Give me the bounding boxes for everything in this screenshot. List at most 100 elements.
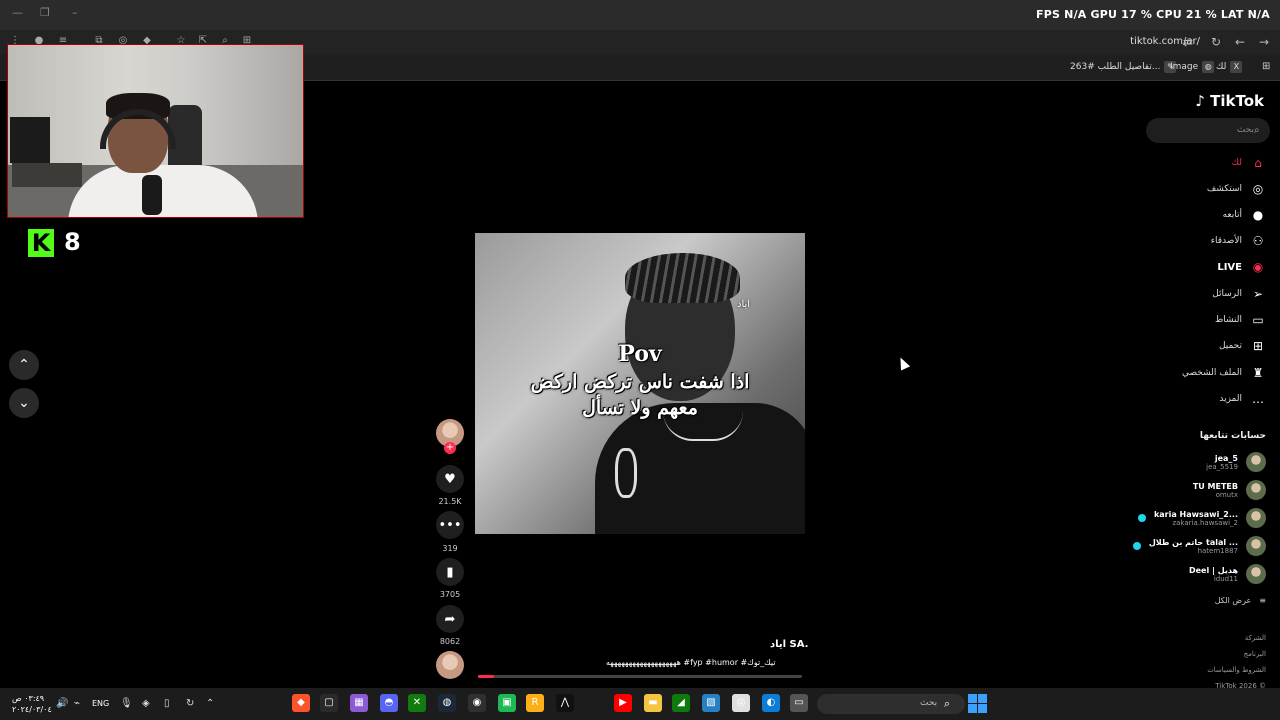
language-indicator[interactable]: ENG <box>92 699 109 708</box>
account-handle: hatem1887 <box>1197 546 1238 555</box>
forward-icon[interactable]: → <box>1256 34 1272 50</box>
sidebar-item-compass[interactable]: استكشف ◎ <box>1207 180 1266 198</box>
account-names: حاتم بن طلال talal ... hatem1887 <box>1149 538 1238 555</box>
tray-app-icon[interactable]: ◈ <box>142 698 150 709</box>
heart-icon: ♥ <box>444 471 456 487</box>
tray-app-icon[interactable]: ▯ <box>164 698 170 709</box>
apps-grid-icon[interactable]: ⊞ <box>1262 61 1270 72</box>
see-all-button[interactable]: عرض الكل ≡ <box>1215 596 1266 605</box>
file-explorer-icon[interactable]: ▬ <box>644 694 662 712</box>
comment-button[interactable]: ••• <box>436 511 464 539</box>
following-account[interactable]: karia Hawsawi_2... zakaria.hawsawi_2 <box>1137 508 1266 528</box>
sidebar-item-label: أتابعه <box>1222 210 1242 220</box>
sidebar-item-label: LIVE <box>1217 261 1242 273</box>
edge-icon[interactable]: ◐ <box>762 694 780 712</box>
tray-app-icon[interactable]: ↻ <box>186 698 194 709</box>
sidebar-item-messages[interactable]: الرسائل ➢ <box>1212 285 1266 303</box>
microphone <box>142 175 162 215</box>
reload-icon[interactable]: ↻ <box>1208 34 1224 50</box>
rockstar-icon[interactable]: R <box>526 694 544 712</box>
volume-icon[interactable]: 🔊 <box>56 698 68 709</box>
close-icon[interactable]: – <box>72 6 78 19</box>
taskbar-search[interactable] <box>817 694 965 714</box>
account-name: Deel | هديل <box>1188 565 1238 575</box>
next-video-button[interactable]: ⌄ <box>9 388 39 418</box>
nvidia-icon[interactable]: ⋀ <box>556 694 574 712</box>
share-count: 8062 <box>439 637 461 646</box>
xbox-app-icon[interactable]: ◢ <box>672 694 690 712</box>
comment-count: 319 <box>442 544 458 553</box>
xbox-icon[interactable]: ✕ <box>408 694 426 712</box>
following-account[interactable]: jea_5 jea_5519 <box>1206 452 1266 472</box>
sidebar-item-label: تحميل <box>1218 341 1242 351</box>
chrome-icon[interactable]: ◎ <box>732 694 750 712</box>
account-names: TU METEB omutx <box>1193 482 1238 499</box>
video-person-hair <box>625 253 740 303</box>
video-progress-bar[interactable] <box>478 675 802 678</box>
youtube-icon[interactable]: ▶ <box>614 694 632 712</box>
account-handle: omutx <box>1215 490 1238 499</box>
back-icon[interactable]: ← <box>1232 34 1248 50</box>
sidebar-item-friends[interactable]: الأصدقاء ⚇ <box>1211 232 1266 250</box>
like-button[interactable]: ♥ <box>436 465 464 493</box>
taskbar-search-icon: ⌕ <box>944 697 951 710</box>
share-button[interactable]: ➦ <box>436 605 464 633</box>
account-avatar <box>1246 536 1266 556</box>
profile-icon: ♜ <box>1252 366 1264 380</box>
sidebar-item-profile[interactable]: الملف الشخصي ♜ <box>1182 364 1266 382</box>
video-player[interactable]: اياد Pov اذا شفت ناس تركض اركض معهم ولا … <box>475 233 805 534</box>
sound-avatar[interactable] <box>436 651 464 679</box>
app-green-icon[interactable]: ▣ <box>498 694 516 712</box>
sidebar-item-live[interactable]: LIVE ◉ <box>1217 258 1266 276</box>
taskbar-clock[interactable]: ٠٣:٤٩ ص ٢٠٢٤/٠٣/٠٤ <box>12 693 52 715</box>
video-author[interactable]: اياد SA. <box>770 639 809 650</box>
follow-plus-icon[interactable]: + <box>444 442 456 454</box>
footer-terms-link[interactable]: الشروط والسياسات <box>1207 666 1266 674</box>
windows-start-icon[interactable] <box>968 694 987 713</box>
mic-tray-icon[interactable]: 🎙 <box>120 698 133 709</box>
xbox-bar-icon[interactable]: ▢ <box>320 694 338 712</box>
previous-video-button[interactable]: ⌃ <box>9 350 39 380</box>
account-names: Deel | هديل idud11 <box>1189 566 1238 583</box>
steam-icon[interactable]: ◍ <box>438 694 456 712</box>
bookmark-item[interactable]: Image ◍ <box>1170 61 1215 73</box>
video-watermark: اياد <box>737 299 751 310</box>
save-button[interactable]: ▮ <box>436 558 464 586</box>
messages-icon: ➢ <box>1252 287 1264 301</box>
x-icon: X <box>1230 61 1243 73</box>
minimize-icon[interactable]: — <box>12 6 23 19</box>
sidebar-item-upload[interactable]: تحميل ⊞ <box>1219 337 1266 355</box>
account-name: karia Hawsawi_2... <box>1153 509 1238 519</box>
following-account[interactable]: حاتم بن طلال talal ... hatem1887 <box>1132 536 1266 556</box>
following-account[interactable]: Deel | هديل idud11 <box>1189 564 1266 584</box>
sidebar-item-more[interactable]: المزيد… <box>1219 390 1266 408</box>
bookmark-item[interactable]: لك X <box>1216 61 1243 73</box>
obs-icon[interactable]: ◉ <box>468 694 486 712</box>
task-view-icon[interactable]: ▭ <box>790 694 808 712</box>
account-avatar <box>1246 452 1266 472</box>
sidebar-item-home[interactable]: لك ⌂ <box>1232 154 1266 172</box>
sidebar-item-following-avatar[interactable]: أتابعه ● <box>1223 206 1266 224</box>
photos-icon[interactable]: ▧ <box>702 694 720 712</box>
live-indicator-icon <box>1137 514 1146 522</box>
account-avatar <box>1246 564 1266 584</box>
app-grid-icon[interactable]: ▦ <box>350 694 368 712</box>
site-settings-icon[interactable]: ⇄ <box>1180 34 1196 50</box>
tv-shape <box>10 117 50 163</box>
account-handle: zakaria.hawsawi_2 <box>1172 518 1238 527</box>
network-icon[interactable]: ⌁ <box>74 698 80 709</box>
video-progress-fill <box>478 675 495 678</box>
sidebar-item-activity[interactable]: النشاط ▭ <box>1215 311 1266 329</box>
following-account[interactable]: TU METEB omutx <box>1193 480 1266 500</box>
restore-icon[interactable]: ❐ <box>40 6 50 19</box>
discord-icon[interactable]: ◓ <box>380 694 398 712</box>
footer-company-link[interactable]: الشركة <box>1245 634 1266 642</box>
footer-program-link[interactable]: البرنامج <box>1244 650 1266 658</box>
brave-icon[interactable]: ◆ <box>292 694 310 712</box>
streamer-body <box>68 165 258 217</box>
tray-overflow-icon[interactable]: ⌃ <box>206 698 214 709</box>
kick-viewer-count: 8 <box>64 228 81 256</box>
upload-icon: ⊞ <box>1252 339 1264 353</box>
bookmark-item[interactable]: تفاصيل الطلب #263... ✎ <box>1070 61 1177 73</box>
tiktok-logo[interactable]: ♪ TikTok <box>1195 92 1264 110</box>
